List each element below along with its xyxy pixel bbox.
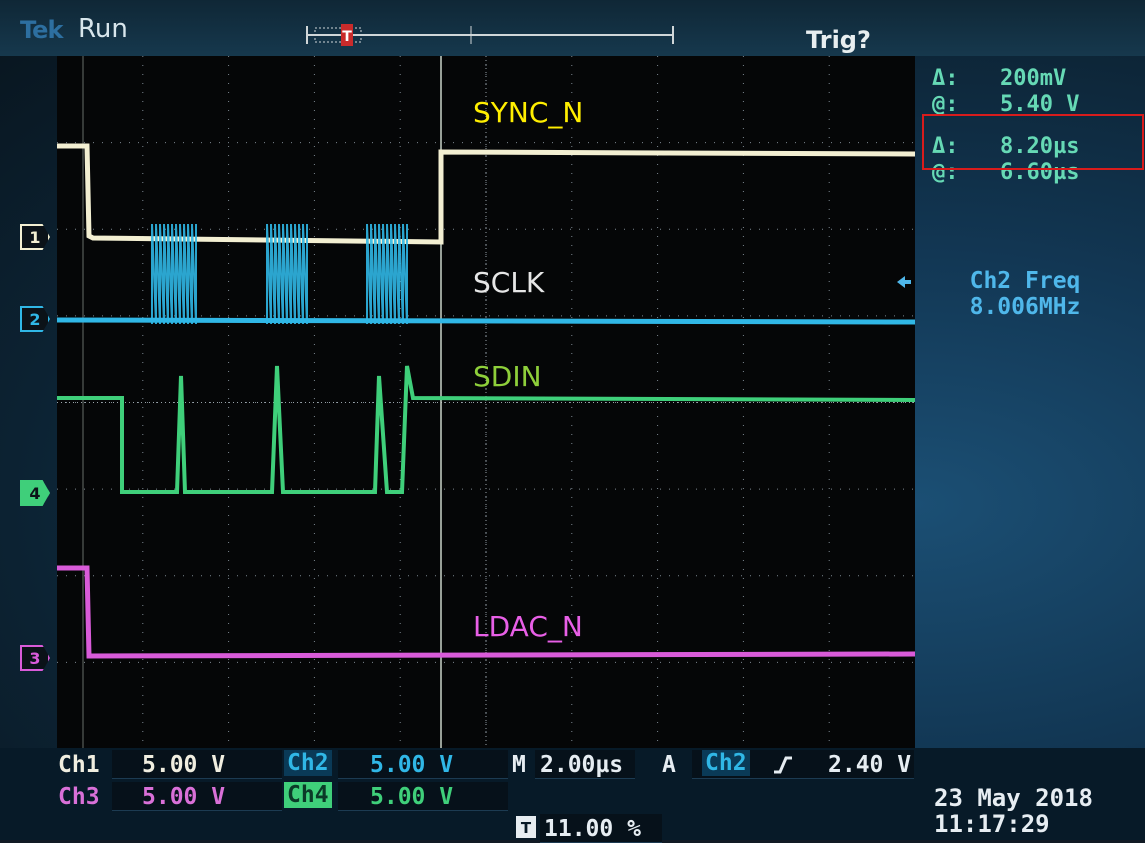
measurement-title: Ch2 Freq: [969, 268, 1081, 294]
measurement-panel: Ch2 Freq 8.006MHz: [940, 268, 1110, 320]
svg-text:T: T: [342, 29, 352, 45]
timebase-value[interactable]: 2.00µs: [540, 752, 623, 778]
ch3-scale[interactable]: 5.00 V: [142, 784, 225, 810]
measurement-value: 8.006MHz: [969, 294, 1081, 320]
trigger-level-arrow-icon: [897, 276, 911, 288]
waveform-graticule[interactable]: [57, 56, 915, 749]
sync-n-label: SYNC_N: [473, 96, 584, 129]
graticule-and-traces: [57, 56, 915, 749]
bottom-status-bar: Ch1 5.00 V Ch3 5.00 V Ch2 5.00 V Ch4 5.0…: [0, 748, 1145, 843]
brand-logo: Tek: [20, 16, 63, 44]
ch1-scale[interactable]: 5.00 V: [142, 752, 225, 778]
ch3-ground-marker[interactable]: 3: [20, 645, 50, 671]
trigger-t-icon: T: [516, 816, 536, 842]
ch2-scale[interactable]: 5.00 V: [370, 752, 453, 778]
run-status: Run: [78, 14, 128, 44]
ch2-trace: [57, 317, 915, 325]
date: 23 May 2018: [934, 784, 1093, 812]
ch2-ground-marker[interactable]: 2: [20, 306, 50, 332]
trigger-status: Trig?: [806, 26, 871, 54]
top-status-bar: Tek Run T Trig?: [0, 0, 1145, 56]
sclk-label: SCLK: [473, 266, 545, 299]
ch1-ground-marker[interactable]: 1: [20, 224, 50, 250]
ch2-label[interactable]: Ch2: [284, 750, 332, 776]
ch4-ground-marker[interactable]: 4: [20, 480, 50, 506]
trigger-position[interactable]: 11.00 %: [544, 816, 641, 842]
ch4-label[interactable]: Ch4: [284, 782, 332, 808]
oscilloscope-screen: Tek Run T Trig? T SYNC_N SCLK SDIN LDAC_…: [0, 0, 1145, 843]
svg-text:T: T: [521, 819, 532, 837]
ldac-n-label: LDAC_N: [473, 610, 583, 643]
rising-edge-icon: [772, 754, 794, 780]
ch1-label[interactable]: Ch1: [58, 752, 100, 778]
timebase-label: M: [512, 752, 526, 778]
ch4-scale[interactable]: 5.00 V: [370, 784, 453, 810]
v-delta-value: 200mV: [1000, 66, 1067, 91]
trigger-level[interactable]: 2.40 V: [828, 752, 911, 778]
trigger-source[interactable]: Ch2: [702, 750, 750, 776]
trigger-mode: A: [662, 752, 676, 778]
v-delta-label: Δ:: [932, 66, 959, 91]
time: 11:17:29: [934, 810, 1050, 838]
record-position-bar: T: [305, 24, 675, 46]
ch3-label[interactable]: Ch3: [58, 784, 100, 810]
sdin-label: SDIN: [473, 360, 542, 393]
record-bar-graphic: T: [306, 24, 674, 46]
highlight-box: [922, 114, 1144, 170]
